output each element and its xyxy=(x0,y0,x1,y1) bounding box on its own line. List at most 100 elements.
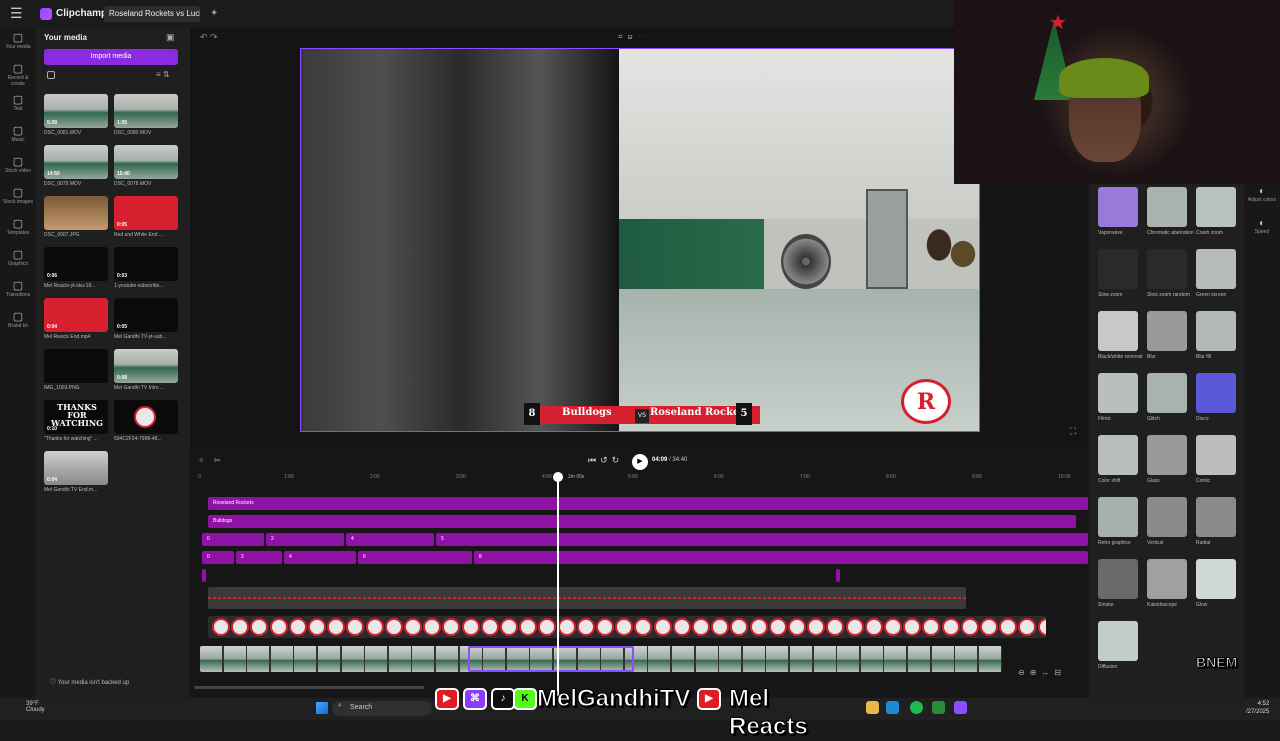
play-button[interactable]: ▶ xyxy=(632,454,648,470)
rail-item-1[interactable]: ▢ Record & create xyxy=(0,63,36,91)
menu-icon[interactable]: ☰ xyxy=(10,6,24,20)
playhead-handle[interactable] xyxy=(553,472,563,482)
fullscreen-icon[interactable]: ⛶ xyxy=(1070,426,1076,437)
media-thumb[interactable]: 1:05 xyxy=(114,94,178,128)
score-clip[interactable]: 2 xyxy=(236,551,282,564)
media-thumb[interactable]: 0:04 xyxy=(44,451,108,485)
taskbar-search[interactable]: Search xyxy=(332,701,432,716)
marker-clip[interactable] xyxy=(202,569,206,582)
scissors-icon[interactable]: ✂ xyxy=(214,456,221,465)
effect-thumb[interactable] xyxy=(1147,311,1187,351)
track-label: 4 xyxy=(351,536,354,542)
score-clip[interactable]: 2 xyxy=(266,533,344,546)
effect-thumb[interactable] xyxy=(1147,187,1187,227)
spotify-icon[interactable] xyxy=(910,701,923,714)
explorer-icon[interactable] xyxy=(866,701,879,714)
rail-item-8[interactable]: ▢ Transitions xyxy=(0,280,36,308)
kick-icon: K xyxy=(513,688,537,710)
logo-clip xyxy=(884,618,902,636)
effect-thumb[interactable] xyxy=(1147,559,1187,599)
selected-clip[interactable] xyxy=(468,646,634,672)
rail-item-5[interactable]: ▢ Stock images xyxy=(0,187,36,215)
backup-notice[interactable]: ⓘ Your media isn't backed up xyxy=(36,672,190,690)
effect-thumb[interactable] xyxy=(1098,187,1138,227)
transport-controls[interactable]: ⏮↺↻ xyxy=(588,455,623,466)
media-thumb[interactable]: 0:10 THANKS FOR WATCHING xyxy=(44,400,108,434)
audio-track[interactable] xyxy=(208,587,966,609)
effect-thumb[interactable] xyxy=(1098,497,1138,537)
sort-filter-icon[interactable]: ≡ ⇅ xyxy=(156,70,170,79)
text-track-clip[interactable]: Roseland Rockets xyxy=(208,497,1088,510)
collapse-panel-icon[interactable]: ▣ xyxy=(166,32,175,43)
score-clip[interactable]: 4 xyxy=(284,551,356,564)
app-icon[interactable] xyxy=(932,701,945,714)
effect-thumb[interactable] xyxy=(1098,311,1138,351)
effect-thumb[interactable] xyxy=(1098,373,1138,413)
score-clip[interactable]: 4 xyxy=(346,533,434,546)
media-duration: 0:05 xyxy=(117,222,128,228)
media-thumb[interactable] xyxy=(114,400,178,434)
media-thumb[interactable] xyxy=(44,196,108,230)
prop-label: Adjust colors xyxy=(1247,197,1277,203)
windows-start-icon[interactable] xyxy=(316,702,328,714)
media-thumb[interactable]: 0:06 xyxy=(44,247,108,281)
media-thumb[interactable]: 5:09 xyxy=(44,94,108,128)
rail-item-7[interactable]: ▢ Graphics xyxy=(0,249,36,277)
score-clip[interactable]: 0 xyxy=(202,533,264,546)
video-preview[interactable]: 8 Bulldogs VS Roseland Rockets 5 R xyxy=(300,48,980,432)
rail-item-4[interactable]: ▢ Stock video xyxy=(0,156,36,184)
effect-thumb[interactable] xyxy=(1098,249,1138,289)
effect-thumb[interactable] xyxy=(1147,373,1187,413)
effect-thumb[interactable] xyxy=(1196,373,1236,413)
media-thumb[interactable]: 0:04 xyxy=(44,298,108,332)
effect-thumb[interactable] xyxy=(1147,249,1187,289)
select-all-checkbox[interactable] xyxy=(47,71,55,79)
effect-thumb[interactable] xyxy=(1196,497,1236,537)
media-thumb[interactable]: 0:03 xyxy=(114,247,178,281)
effect-thumb[interactable] xyxy=(1196,249,1236,289)
playhead[interactable] xyxy=(557,476,559,696)
effect-thumb[interactable] xyxy=(1098,559,1138,599)
zoom-controls[interactable]: ⊖⊕↔⊟ xyxy=(1018,668,1066,677)
media-thumb[interactable]: 0:05 xyxy=(114,298,178,332)
weather-widget[interactable]: 39°F Cloudy xyxy=(26,701,45,713)
effect-thumb[interactable] xyxy=(1196,311,1236,351)
prop-item-0[interactable]: ◐ Adjust colors xyxy=(1244,186,1280,203)
rail-item-9[interactable]: ▢ Brand kit xyxy=(0,311,36,339)
sparkle-icon[interactable]: ✦ xyxy=(210,8,218,19)
rail-item-3[interactable]: ▢ Music xyxy=(0,125,36,153)
clipchamp-task-icon[interactable] xyxy=(954,701,967,714)
rail-item-6[interactable]: ▢ Templates xyxy=(0,218,36,246)
marker-clip[interactable] xyxy=(836,569,840,582)
prop-item-1[interactable]: ◐ Speed xyxy=(1244,218,1280,235)
effect-thumb[interactable] xyxy=(1147,435,1187,475)
import-media-button[interactable]: Import media xyxy=(44,49,178,65)
effect-thumb[interactable] xyxy=(1147,497,1187,537)
rail-item-0[interactable]: ▢ Your media xyxy=(0,32,36,60)
undo-icon[interactable]: ↶ ↷ xyxy=(200,32,218,43)
effect-thumb[interactable] xyxy=(1196,187,1236,227)
effect-thumb[interactable] xyxy=(1098,435,1138,475)
media-thumb[interactable]: 14:50 xyxy=(44,145,108,179)
score-left: 8 xyxy=(524,403,540,425)
score-clip[interactable]: 5 xyxy=(436,533,1088,546)
effect-thumb[interactable] xyxy=(1196,559,1236,599)
preview-toolbar[interactable]: ⌗⊟⋯ xyxy=(618,32,651,42)
text-track-clip[interactable]: Bulldogs xyxy=(208,515,1076,528)
media-thumb[interactable]: 0:08 xyxy=(114,349,178,383)
media-thumb[interactable] xyxy=(44,349,108,383)
score-clip[interactable]: 6 xyxy=(358,551,472,564)
score-clip[interactable]: 8 xyxy=(474,551,1088,564)
rail-item-2[interactable]: ▢ Text xyxy=(0,94,36,122)
edge-icon[interactable] xyxy=(886,701,899,714)
timeline-scrollbar[interactable] xyxy=(194,686,424,689)
time-ruler[interactable]: 0 1:00 2:00 3:00 4:00 5:00 6:00 7:00 8:00 9:00 10:… xyxy=(198,474,1078,484)
magic-icon[interactable]: ✧ xyxy=(198,456,205,465)
media-thumb[interactable]: 15:40 xyxy=(114,145,178,179)
score-clip[interactable]: 0 xyxy=(202,551,234,564)
logo-overlay-track[interactable] xyxy=(208,616,1046,638)
effect-thumb[interactable] xyxy=(1196,435,1236,475)
effect-thumb[interactable] xyxy=(1098,621,1138,661)
project-title-field[interactable]: Roseland Rockets vs Lucky L xyxy=(104,6,200,22)
media-thumb[interactable]: 0:05 xyxy=(114,196,178,230)
